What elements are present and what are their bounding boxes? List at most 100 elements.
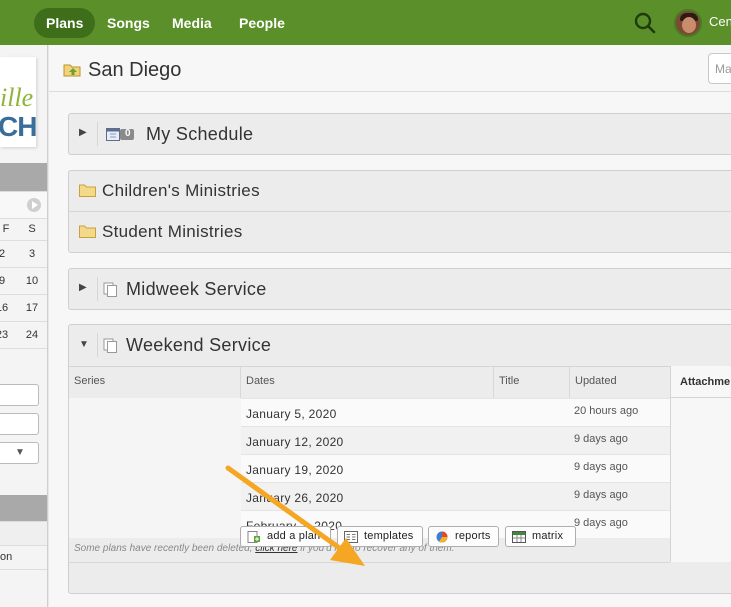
pie-chart-icon [436,531,448,543]
column-dates[interactable]: Dates [241,367,494,398]
calendar-day[interactable]: 24 [20,329,44,341]
service-type-icon [103,282,117,297]
calendar-week: 23 24 [0,321,47,348]
folder-icon [79,225,96,238]
my-schedule-label: My Schedule [146,124,254,144]
search-placeholder: Ma [715,62,731,76]
templates-button[interactable]: templates [337,526,423,547]
sidebar-list-row [0,569,47,593]
user-name[interactable]: Cen [709,14,731,29]
calendar-day[interactable]: 23 [0,329,14,341]
plan-updated: 9 days ago [574,517,628,529]
day-header-s: S [28,223,36,235]
student-ministries-label: Student Ministries [102,222,243,241]
calendar-day[interactable]: 9 [0,275,14,287]
sidebar-button[interactable] [0,384,39,406]
church-logo: ille CH [0,57,37,147]
plan-date[interactable]: January 26, 2020 [246,491,344,505]
matrix-icon [512,531,526,543]
calendar-week: 16 17 [0,294,47,321]
weekend-header[interactable]: ▼ Weekend Service [69,325,731,365]
weekend-panel: ▼ Weekend Service Series Dates Title Upd… [68,324,731,594]
folder-student[interactable]: Student Ministries [69,212,731,252]
divider [49,91,731,92]
folder-up-icon [63,64,81,77]
logo-text-bottom: CH [0,111,37,142]
table-row[interactable]: January 12, 2020 9 days ago [241,426,670,454]
search-input[interactable]: Ma [708,53,731,84]
folder-childrens[interactable]: Children's Ministries [69,171,731,211]
weekend-service-label: Weekend Service [126,335,272,355]
my-schedule-panel: ▶ 0 My Schedule [68,113,731,155]
matrix-label: matrix [532,530,564,542]
schedule-count-badge: 0 [125,128,131,139]
nav-songs[interactable]: Songs [95,8,162,38]
reports-label: reports [455,530,491,542]
calendar-day[interactable]: 16 [0,302,14,314]
calendar-nav-row [0,191,47,218]
sidebar-list-item[interactable]: on [0,545,47,569]
chevron-down-icon: ▼ [15,447,25,458]
service-type-icon [103,338,117,353]
column-updated[interactable]: Updated [570,367,670,398]
add-plan-button[interactable]: add a plan [240,526,331,547]
plan-updated: 9 days ago [574,461,628,473]
calendar-icon [106,128,134,141]
search-icon[interactable] [634,12,656,34]
sidebar-button[interactable] [0,413,39,435]
day-header-f: F [2,223,10,235]
table-row[interactable]: January 19, 2020 9 days ago [241,454,670,482]
sidebar-select[interactable]: ▼ [0,442,39,464]
expand-triangle-icon[interactable]: ▶ [79,127,87,138]
folder-icon [79,184,96,197]
expand-triangle-icon[interactable]: ▶ [79,282,87,293]
plan-date[interactable]: January 5, 2020 [246,407,337,421]
nav-plans[interactable]: Plans [34,8,96,38]
calendar-day-headers: F S [0,218,47,240]
table-row[interactable]: January 5, 2020 20 hours ago [241,398,670,426]
sidebar-section-band [0,495,47,521]
matrix-button[interactable]: matrix [505,526,576,547]
calendar-day[interactable]: 17 [20,302,44,314]
collapse-triangle-icon[interactable]: ▼ [79,339,89,350]
left-sidebar: ille CH F S 2 3 9 10 16 17 23 24 ▼ on [0,45,48,607]
templates-label: templates [364,530,414,542]
table-row[interactable]: January 26, 2020 9 days ago [241,482,670,510]
add-plan-icon [247,531,260,543]
calendar-day[interactable]: 3 [20,248,44,260]
childrens-ministries-label: Children's Ministries [102,181,260,200]
main-content: San Diego Ma ▶ 0 My Schedule Children's … [49,45,731,607]
calendar-day[interactable]: 2 [0,248,14,260]
calendar-day[interactable]: 10 [20,275,44,287]
logo-text-top: ille [0,83,34,112]
ministries-panel: Children's Ministries Student Ministries [68,170,731,253]
series-cell [69,398,241,538]
midweek-header[interactable]: ▶ Midweek Service [69,269,731,309]
my-schedule-header[interactable]: ▶ 0 My Schedule [69,114,731,154]
note-text: Some plans have recently been deleted, [74,543,253,554]
midweek-panel: ▶ Midweek Service [68,268,731,310]
nav-people[interactable]: People [227,8,297,38]
plan-date[interactable]: January 12, 2020 [246,435,344,449]
attachments-column: Attachme [670,366,731,562]
column-series[interactable]: Series [69,367,241,398]
nav-media[interactable]: Media [160,8,224,38]
calendar-week-empty [0,348,47,375]
next-month-icon[interactable] [26,197,42,213]
midweek-service-label: Midweek Service [126,279,267,299]
templates-icon [344,531,358,543]
column-title[interactable]: Title [494,367,570,398]
sidebar-list-row [0,521,47,545]
calendar-week: 2 3 [0,240,47,267]
plan-updated: 20 hours ago [574,405,639,417]
sidebar-list-label: on [0,551,13,563]
add-plan-label: add a plan [267,530,321,542]
column-attachments[interactable]: Attachme [680,376,730,388]
top-nav: Plans Songs Media People Cen [0,0,731,45]
plan-updated: 9 days ago [574,489,628,501]
page-title: San Diego [88,59,182,81]
plan-date[interactable]: January 19, 2020 [246,463,344,477]
calendar-week: 9 10 [0,267,47,294]
reports-button[interactable]: reports [428,526,499,547]
avatar[interactable] [674,9,702,37]
